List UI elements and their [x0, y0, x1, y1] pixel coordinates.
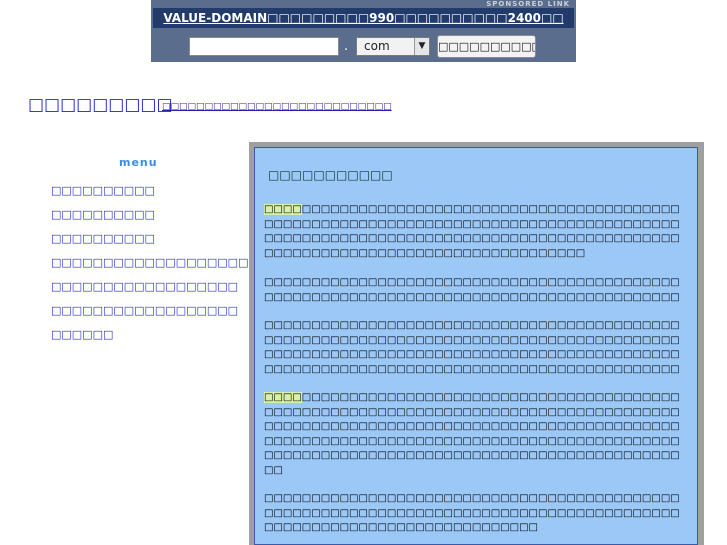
content-paragraph: □□□□□□□□□□□□□□□□□□□□□□□□□□□□□□□□□□□□□□□□…	[264, 320, 680, 379]
chevron-down-icon[interactable]: ▼	[414, 38, 429, 55]
highlighted-term: □□□□	[264, 392, 302, 403]
menu-item[interactable]: □□□□□□□□□□□□□□□□□□□□	[51, 256, 259, 280]
content-frame: □□□□□□□□□□□ □□□□□□□□□□□□□□□□□□□□□□□□□□□□…	[249, 142, 704, 545]
menu-item[interactable]: □□□□□□□□□□	[51, 184, 259, 208]
sponsored-link-label: SPONSORED LINK	[486, 0, 570, 8]
site-tagline-link[interactable]: □□□□□□□□□□□□□□□□□□□□□□□□□□□	[162, 101, 392, 113]
paragraph-text: □□□□□□□□□□□□□□□□□□□□□□□□□□□□□□□□□□□□□□□□…	[264, 204, 680, 259]
menu-item[interactable]: □□□□□□□□□□	[51, 232, 259, 256]
dot-separator: .	[344, 39, 349, 54]
menu-item[interactable]: □□□□□□□□□□	[51, 208, 259, 232]
content-paragraph: □□□□□□□□□□□□□□□□□□□□□□□□□□□□□□□□□□□□□□□□…	[264, 277, 680, 303]
content-title: □□□□□□□□□□□	[268, 168, 393, 182]
content-paragraph: □□□□□□□□□□□□□□□□□□□□□□□□□□□□□□□□□□□□□□□□…	[264, 203, 685, 263]
content-panel: □□□□□□□□□□□ □□□□□□□□□□□□□□□□□□□□□□□□□□□□…	[254, 147, 698, 545]
site-title[interactable]: □□□□□□□□□	[28, 94, 173, 116]
sponsor-headline-link[interactable]: VALUE-DOMAIN□□□□□□□□□990□□□□□□□□□□2400□□	[153, 8, 574, 28]
sponsored-banner: SPONSORED LINK VALUE-DOMAIN□□□□□□□□□990□…	[151, 0, 576, 62]
content-paragraph: □□□□□□□□□□□□□□□□□□□□□□□□□□□□□□□□□□□□□□□□…	[264, 391, 685, 480]
content-paragraph: □□□□□□□□□□□□□□□□□□□□□□□□□□□□□□□□□□□□□□□□…	[264, 493, 680, 533]
tld-select[interactable]: com ▼	[356, 37, 430, 56]
menu-item[interactable]: □□□□□□□□□□□□□□□□□□	[51, 304, 259, 328]
menu-item[interactable]: □□□□□□	[51, 328, 259, 352]
side-menu: □□□□□□□□□□ □□□□□□□□□□ □□□□□□□□□□ □□□□□□□…	[51, 184, 259, 352]
menu-heading: menu	[119, 156, 158, 169]
domain-search-input[interactable]	[189, 37, 339, 56]
sponsor-headline-bar: VALUE-DOMAIN□□□□□□□□□990□□□□□□□□□□2400□□	[153, 8, 574, 28]
menu-item[interactable]: □□□□□□□□□□□□□□□□□□	[51, 280, 259, 304]
domain-search-button[interactable]: □□□□□□□□□□□□!!	[437, 35, 536, 58]
tld-selected-value: com	[364, 39, 390, 53]
paragraph-text: □□□□□□□□□□□□□□□□□□□□□□□□□□□□□□□□□□□□□□□□…	[264, 392, 680, 476]
highlighted-term: □□□□	[264, 204, 302, 215]
